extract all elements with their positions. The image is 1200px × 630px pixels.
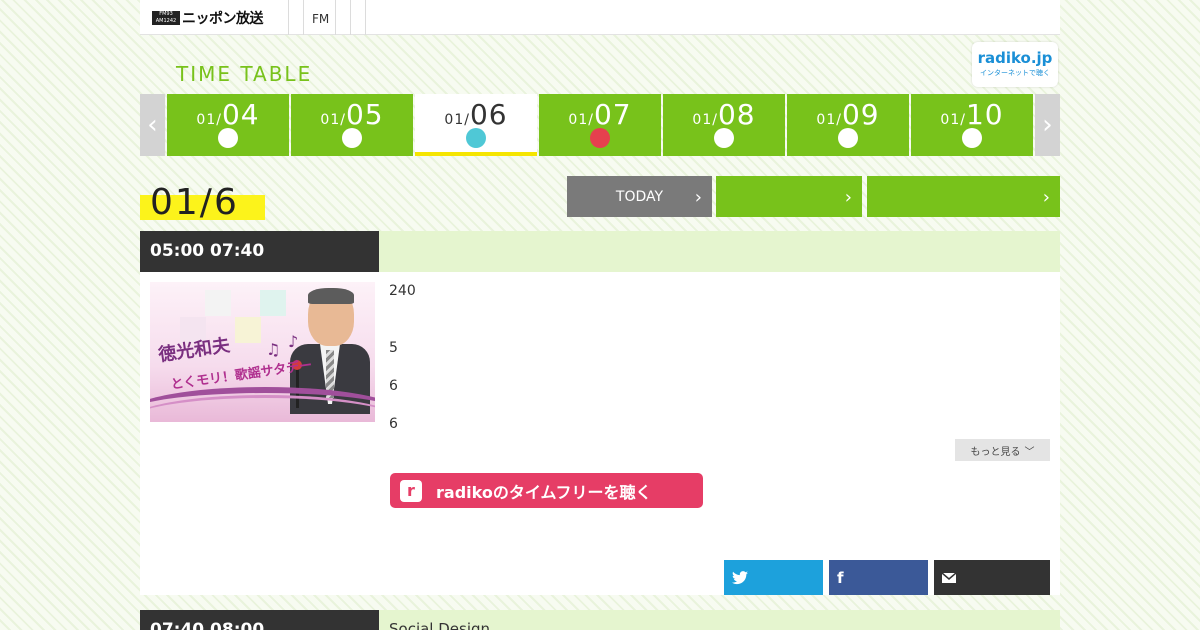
today-button[interactable]: TODAY › [567,176,712,217]
program-time: 05:00 07:40 [140,231,379,272]
radiko-logo-link[interactable]: radiko.jp インターネットで聴く [972,42,1058,87]
nav-divider [288,0,289,35]
facebook-icon: f [837,568,844,587]
tab-status-dot [962,128,982,148]
nav-fm-link[interactable]: FM [312,12,329,26]
date-tab-active[interactable]: 01/06 [415,94,537,156]
date-tab[interactable]: 01/08 [663,94,785,156]
tab-day: 04 [221,98,260,131]
next-week-button[interactable]: › [1035,94,1060,156]
tab-month: 01/ [196,112,222,128]
program-desc-line: 6 [389,378,398,394]
tab-day: 06 [469,98,508,131]
station-logo[interactable]: FM93 AM1242 ニッポン放送 [152,10,264,27]
thumb-tile [235,317,261,343]
nav-divider [303,0,304,35]
thumb-tile [205,290,231,316]
program-thumbnail[interactable]: ♫ ♪ 徳光和夫 とくモリ！歌謡サタデー [150,282,375,422]
facebook-share-button[interactable]: f [829,560,928,595]
music-note-icon: ♫ [266,340,281,359]
tab-day: 05 [345,98,384,131]
twitter-share-button[interactable] [724,560,823,595]
music-note-icon: ♪ [288,332,299,351]
current-date: 01/6 [140,182,265,223]
page: FM93 AM1242 ニッポン放送 FM TIME TABLE radiko.… [140,0,1060,630]
tab-day: 10 [965,98,1004,131]
program-body: ♫ ♪ 徳光和夫 とくモリ！歌謡サタデー 240 5 6 6 もっと見る ﹀ r… [140,272,1060,595]
date-tab[interactable]: 01/10 [911,94,1033,156]
tab-month: 01/ [692,112,718,128]
chevron-down-icon: ﹀ [1024,446,1035,458]
chevron-right-icon: › [844,187,852,208]
thumb-title: 徳光和夫 [157,335,232,366]
tab-status-dot [218,128,238,148]
more-button[interactable]: もっと見る ﹀ [955,439,1050,461]
program-header: 07:40 08:00 Social Design [140,610,1060,630]
tab-status-dot [466,128,486,148]
radiko-logo-tagline: インターネットで聴く [980,69,1050,77]
chevron-right-icon: › [694,187,702,208]
radiko-icon: r [400,480,422,502]
tab-status-dot [342,128,362,148]
chevron-right-icon: › [1042,187,1050,208]
radiko-logo-name: radiko.jp [977,49,1053,67]
date-tab[interactable]: 01/09 [787,94,909,156]
chevron-left-icon: ‹ [147,110,158,140]
current-date-text: 01/6 [150,182,239,223]
date-tab[interactable]: 01/05 [291,94,413,156]
tab-month: 01/ [816,112,842,128]
mail-share-button[interactable] [934,560,1050,595]
radiko-button-label: radikoのタイムフリーを聴く [436,482,652,502]
logo-text: ニッポン放送 [182,11,264,27]
program-desc-line: 6 [389,416,398,432]
chevron-right-icon: › [1042,110,1053,140]
nav-divider [350,0,351,35]
thumb-tile [260,290,286,316]
tab-day: 09 [841,98,880,131]
date-tab[interactable]: 01/04 [167,94,289,156]
tab-day: 08 [717,98,756,131]
tab-month: 01/ [940,112,966,128]
logo-badge: FM93 AM1242 [152,11,180,25]
timetable-title: TIME TABLE [176,62,313,86]
program-title[interactable] [379,231,1060,272]
twitter-icon [732,570,748,584]
date-tab[interactable]: 01/07 [539,94,661,156]
tab-status-dot [714,128,734,148]
top-bar: FM93 AM1242 ニッポン放送 FM [140,0,1060,35]
more-label: もっと見る [970,446,1021,458]
tab-status-dot [838,128,858,148]
program-title[interactable]: Social Design [379,610,1060,630]
nav-button[interactable]: › [867,176,1060,217]
nav-button[interactable]: › [716,176,862,217]
program-desc-line: 240 [389,283,416,299]
tab-month: 01/ [444,112,470,128]
tab-day: 07 [593,98,632,131]
radiko-timefree-button[interactable]: r radikoのタイムフリーを聴く [390,473,703,508]
program-header: 05:00 07:40 [140,231,1060,272]
tab-month: 01/ [568,112,594,128]
program-desc-line: 5 [389,340,398,356]
tab-status-dot [590,128,610,148]
tab-month: 01/ [320,112,346,128]
program-time: 07:40 08:00 [140,610,379,630]
prev-week-button[interactable]: ‹ [140,94,165,156]
mail-icon [942,572,956,583]
nav-divider [365,0,366,35]
today-label: TODAY [615,188,664,205]
nav-divider [335,0,336,35]
